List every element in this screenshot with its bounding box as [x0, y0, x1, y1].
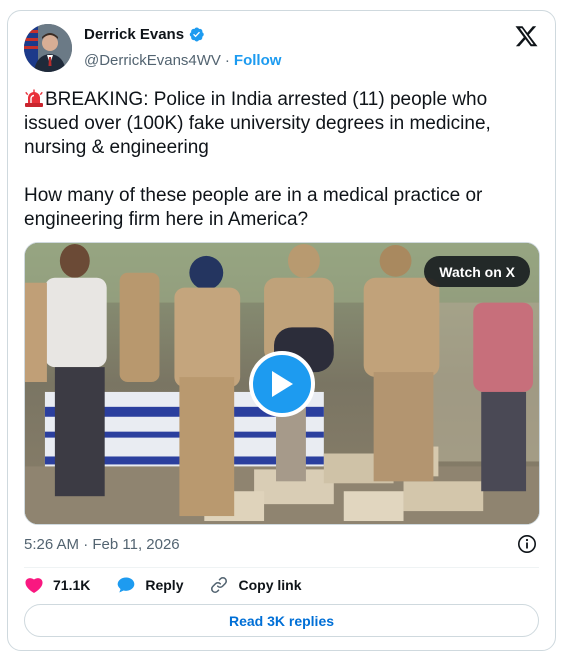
avatar[interactable] [24, 24, 72, 72]
play-button[interactable] [249, 351, 315, 417]
tweet-card: Derrick Evans @DerrickEvans4WV · Follow … [7, 10, 556, 651]
separator-dot: · [224, 52, 230, 69]
x-logo-icon[interactable] [515, 24, 539, 48]
divider [24, 567, 539, 568]
info-icon[interactable] [517, 534, 537, 554]
like-count: 71.1K [53, 577, 91, 593]
watch-on-x-button[interactable]: Watch on X [424, 256, 530, 287]
author-handle-row: @DerrickEvans4WV · Follow [84, 52, 281, 69]
like-button[interactable]: 71.1K [24, 575, 90, 595]
play-icon [272, 371, 293, 397]
copy-link-button[interactable]: Copy link [209, 575, 302, 595]
tweet-paragraph-1: BREAKING: Police in India arrested (11) … [24, 88, 544, 160]
author-name[interactable]: Derrick Evans [84, 26, 184, 43]
reply-label: Reply [145, 577, 184, 593]
tweet-text: BREAKING: Police in India arrested (11) … [24, 88, 544, 232]
siren-emoji-icon [25, 89, 43, 107]
read-replies-button[interactable]: Read 3K replies [24, 604, 539, 637]
tweet-timestamp[interactable]: 5:26 AM · Feb 11, 2026 [24, 536, 180, 553]
link-icon [211, 577, 228, 593]
verified-badge-icon [189, 27, 204, 42]
copy-link-label: Copy link [238, 577, 302, 593]
author-name-row: Derrick Evans [84, 26, 205, 43]
reply-button[interactable]: Reply [116, 575, 183, 595]
video-thumbnail[interactable]: Watch on X [24, 242, 540, 525]
tweet-paragraph-2: How many of these people are in a medica… [24, 185, 483, 230]
follow-button[interactable]: Follow [234, 52, 282, 69]
author-handle[interactable]: @DerrickEvans4WV [84, 52, 221, 69]
reply-bubble-icon [118, 577, 135, 593]
heart-icon [25, 578, 43, 593]
actions-bar: 71.1K Reply Copy link [24, 573, 328, 597]
tweet-line-1: BREAKING: Police in India arrested (11) … [24, 89, 491, 158]
